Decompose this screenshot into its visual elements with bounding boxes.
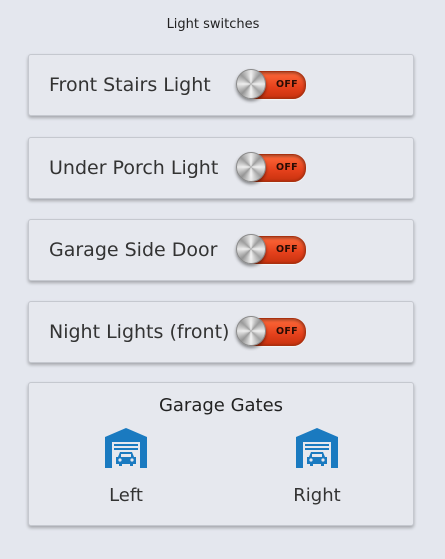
page-title: Light switches xyxy=(166,17,260,32)
gate-label-right: Right xyxy=(293,485,341,506)
switch-card-garage-side-door: Garage Side Door OFF xyxy=(28,219,414,281)
gate-left-button[interactable]: Left xyxy=(81,427,171,506)
switch-card-under-porch: Under Porch Light OFF xyxy=(28,137,414,199)
toggle-knob[interactable] xyxy=(236,234,266,264)
switch-card-front-stairs: Front Stairs Light OFF xyxy=(28,54,414,116)
switch-label: Night Lights (front) xyxy=(49,321,230,343)
switch-label: Garage Side Door xyxy=(49,239,218,261)
gate-label-left: Left xyxy=(109,485,143,506)
toggle-garage-side-door[interactable]: OFF xyxy=(236,234,306,266)
switch-label: Front Stairs Light xyxy=(49,74,211,96)
toggle-knob[interactable] xyxy=(236,152,266,182)
toggle-knob[interactable] xyxy=(236,316,266,346)
garage-icon xyxy=(296,428,338,468)
toggle-state-text: OFF xyxy=(276,79,298,90)
garage-gates-card: Garage Gates Left Right xyxy=(28,382,414,526)
toggle-state-text: OFF xyxy=(276,326,298,337)
toggle-knob[interactable] xyxy=(236,69,266,99)
switch-label: Under Porch Light xyxy=(49,157,219,179)
garage-gates-title: Garage Gates xyxy=(158,395,284,416)
toggle-state-text: OFF xyxy=(276,244,298,255)
gate-right-button[interactable]: Right xyxy=(272,427,362,506)
garage-icon xyxy=(105,428,147,468)
toggle-under-porch[interactable]: OFF xyxy=(236,152,306,184)
toggle-state-text: OFF xyxy=(276,162,298,173)
toggle-night-lights[interactable]: OFF xyxy=(236,316,306,348)
toggle-front-stairs[interactable]: OFF xyxy=(236,69,306,101)
switch-card-night-lights: Night Lights (front) OFF xyxy=(28,301,414,363)
